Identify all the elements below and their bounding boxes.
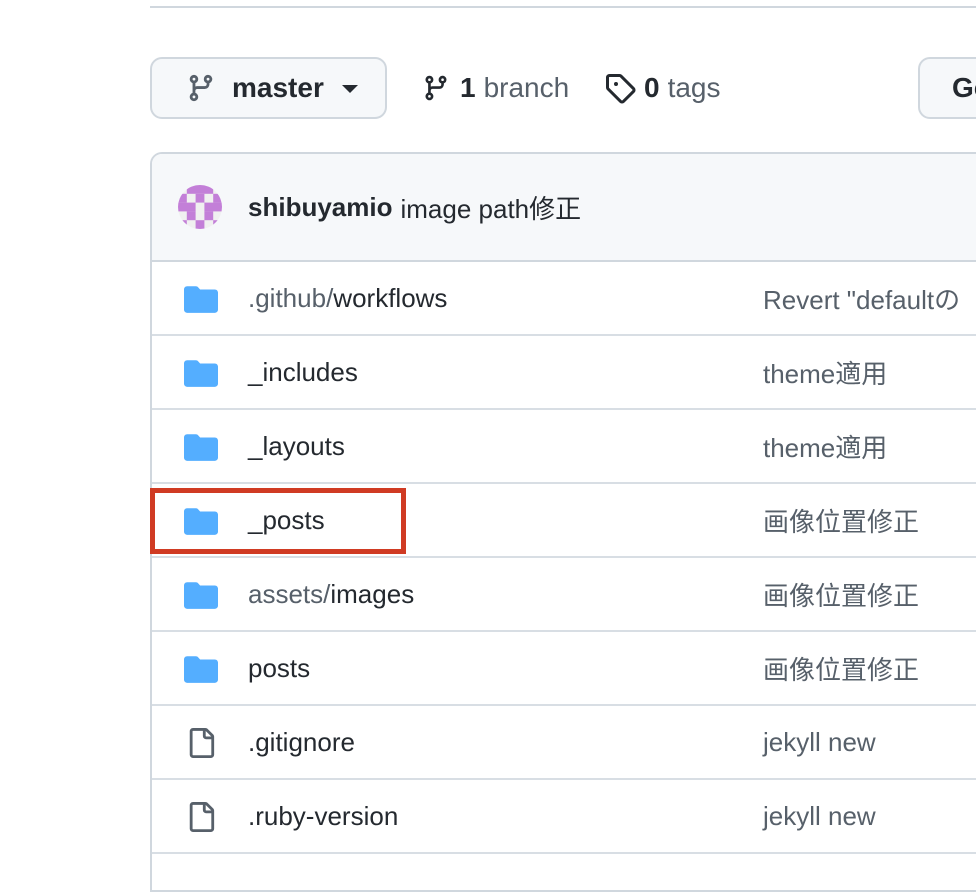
file-commit-message[interactable]: theme適用	[763, 354, 887, 391]
file-commit-message[interactable]: 画像位置修正	[763, 650, 919, 687]
file-commit-message[interactable]: 画像位置修正	[763, 502, 919, 539]
file-row-posts[interactable]: posts 画像位置修正	[152, 632, 976, 706]
branch-label: branch	[483, 72, 570, 103]
tag-icon	[604, 72, 636, 104]
top-divider	[150, 6, 976, 8]
file-commit-message[interactable]: theme適用	[763, 428, 887, 465]
file-row-gitignore[interactable]: .gitignore jekyll new	[152, 706, 976, 780]
file-name-link[interactable]: assets/images	[248, 579, 414, 610]
file-row-github-workflows[interactable]: .github/workflows Revert "defaultの	[152, 262, 976, 336]
branch-select-button[interactable]: master	[150, 57, 387, 119]
file-row-layouts[interactable]: _layouts theme適用	[152, 410, 976, 484]
git-branch-icon	[186, 73, 216, 103]
folder-icon	[184, 654, 218, 684]
highlight-box	[150, 488, 406, 554]
folder-icon	[184, 358, 218, 388]
commit-message[interactable]: image path修正	[400, 189, 581, 226]
git-branch-icon	[422, 73, 450, 103]
file-row-assets-images[interactable]: assets/images 画像位置修正	[152, 558, 976, 632]
file-name-link[interactable]: .gitignore	[248, 727, 355, 758]
avatar[interactable]	[178, 185, 222, 229]
tags-link[interactable]: 0 tags	[604, 68, 721, 108]
branches-link[interactable]: 1 branch	[422, 68, 569, 108]
file-commit-message[interactable]: Revert "defaultの	[763, 280, 960, 317]
file-row-includes[interactable]: _includes theme適用	[152, 336, 976, 410]
folder-icon	[184, 432, 218, 462]
file-commit-message[interactable]: 画像位置修正	[763, 576, 919, 613]
file-name-link[interactable]: .github/workflows	[248, 283, 447, 314]
tag-count: 0	[644, 72, 660, 103]
file-name-link[interactable]: .ruby-version	[248, 801, 398, 832]
latest-commit-bar: shibuyamio image path修正	[152, 154, 976, 262]
file-icon	[184, 728, 218, 758]
folder-icon	[184, 580, 218, 610]
tag-label: tags	[667, 72, 721, 103]
file-name-link[interactable]: _layouts	[248, 431, 345, 462]
file-row-ruby-version[interactable]: .ruby-version jekyll new	[152, 780, 976, 854]
caret-down-icon	[341, 85, 358, 95]
commit-author[interactable]: shibuyamio	[248, 192, 392, 223]
folder-icon	[184, 284, 218, 314]
branch-count: 1	[460, 72, 476, 103]
file-name-link[interactable]: _includes	[248, 357, 358, 388]
file-name-link[interactable]: posts	[248, 653, 310, 684]
branch-name: master	[232, 72, 324, 103]
file-commit-message[interactable]: jekyll new	[763, 801, 876, 832]
file-commit-message[interactable]: jekyll new	[763, 727, 876, 758]
go-to-file-button[interactable]: Go to file	[918, 57, 976, 119]
file-icon	[184, 802, 218, 832]
